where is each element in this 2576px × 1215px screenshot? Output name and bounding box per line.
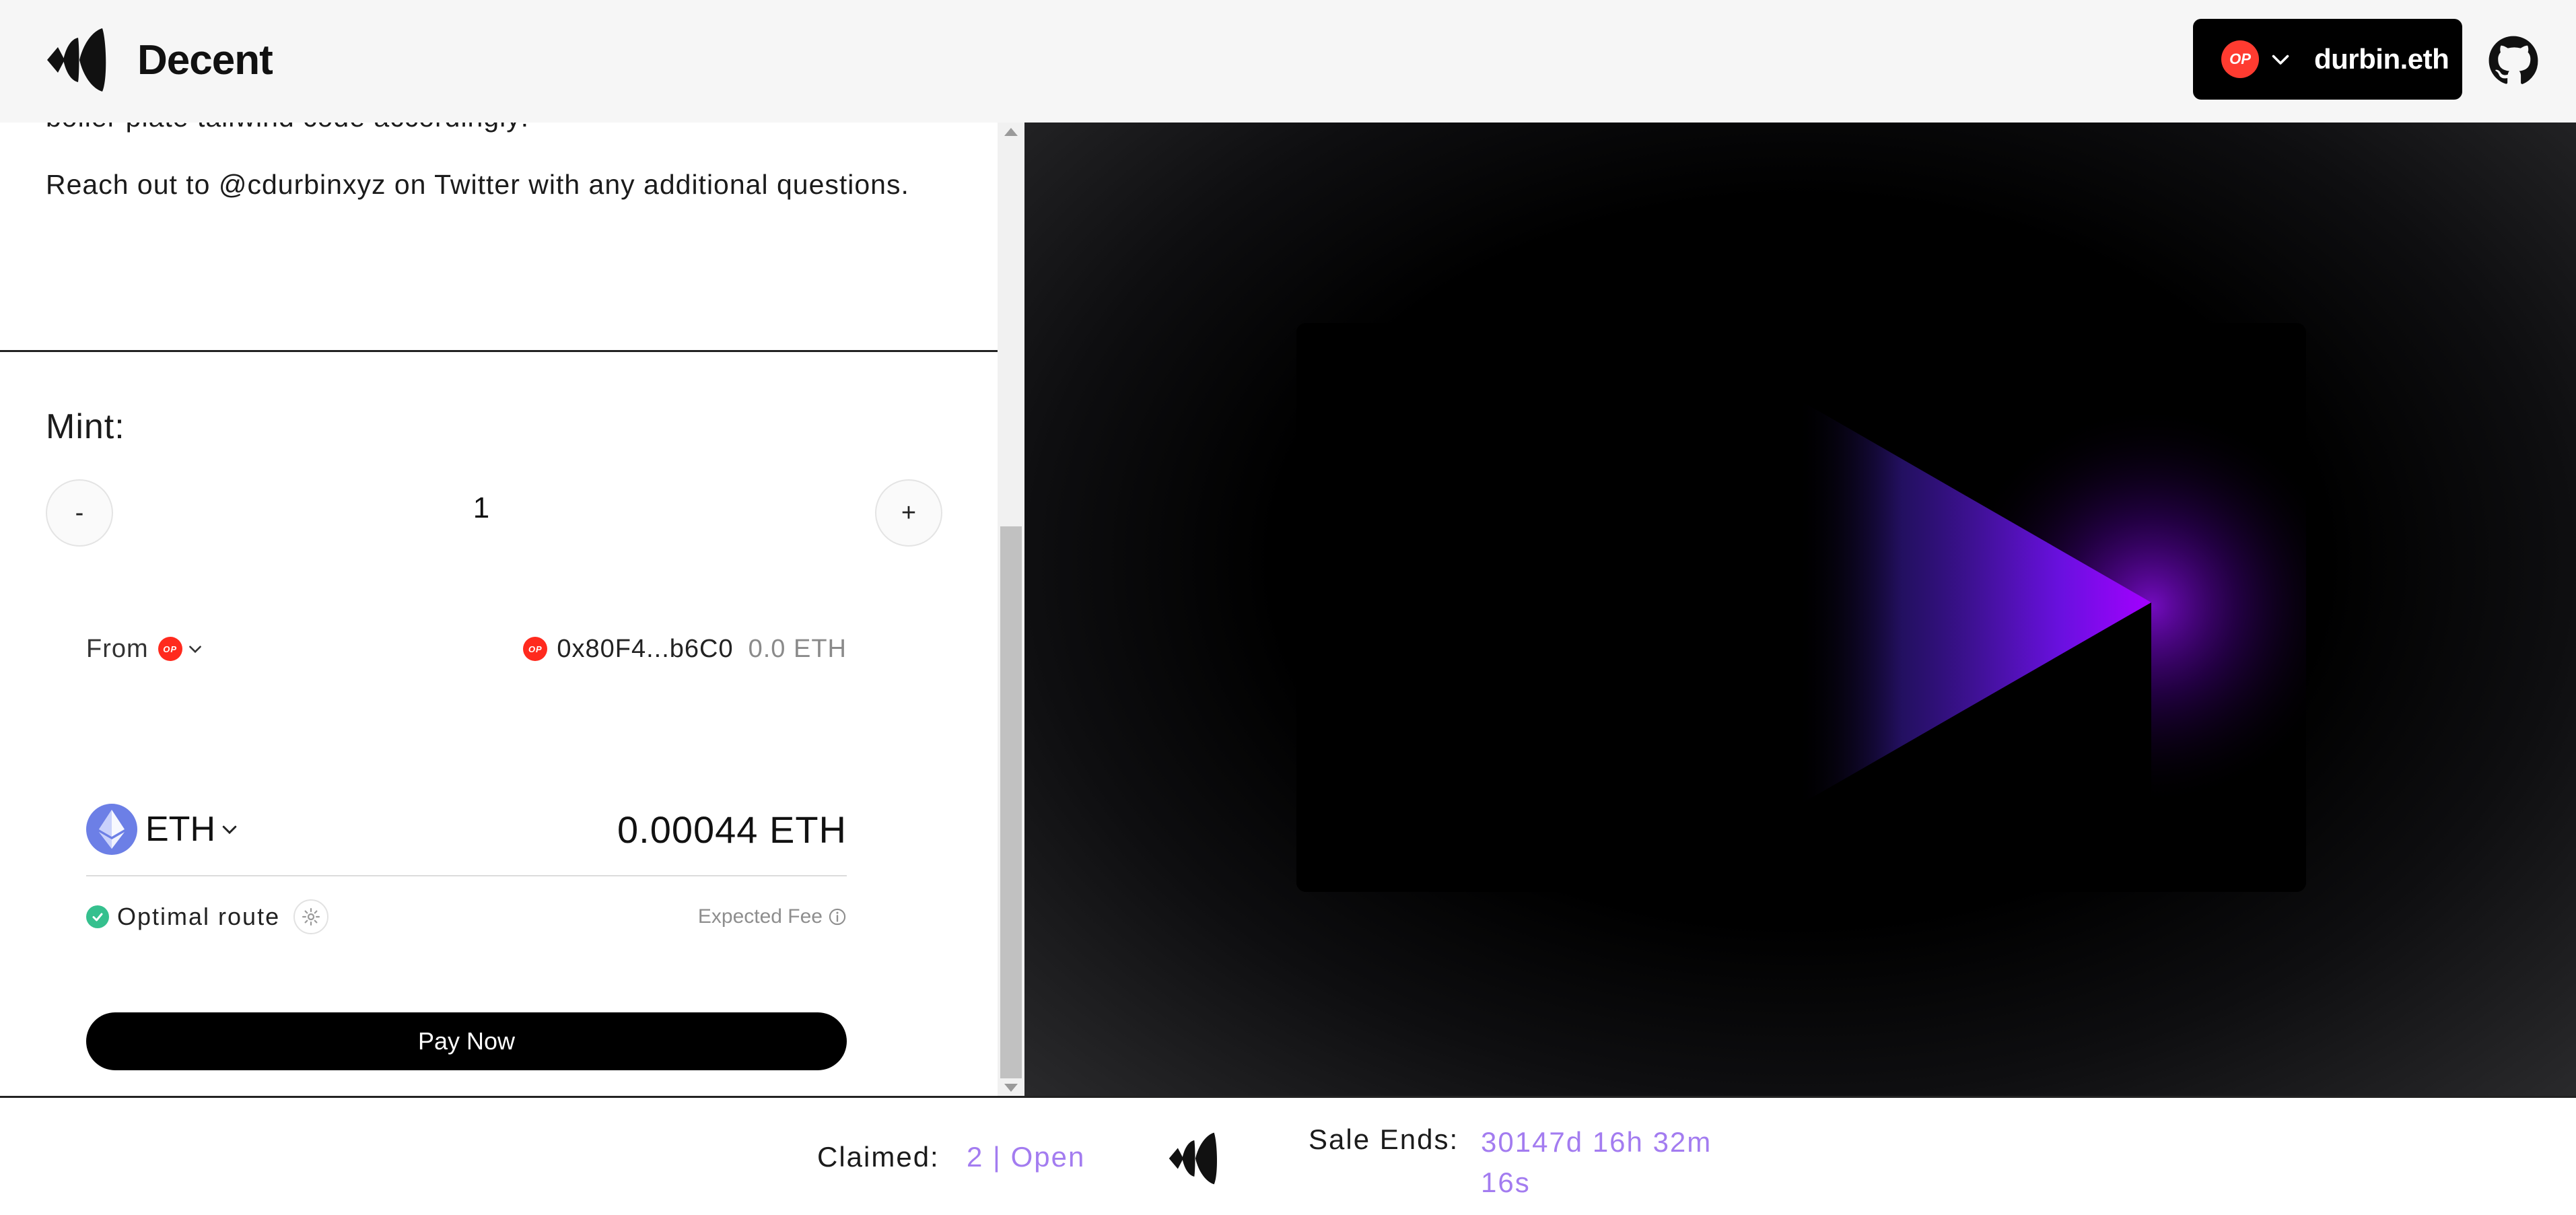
- sale-ends-value: 30147d 16h 32m 16s: [1481, 1126, 1712, 1198]
- description-partial-line: boiler plate tailwind code accordingly!: [46, 123, 921, 137]
- info-icon: [829, 908, 846, 926]
- play-glow-artwork: [1296, 323, 2306, 892]
- payment-amount: 0.00044 ETH: [617, 808, 847, 851]
- wallet-address: 0x80F4...b6C0: [557, 634, 734, 663]
- wallet-balance: 0.0 ETH: [748, 634, 847, 663]
- expected-fee-label: Expected Fee: [697, 905, 823, 928]
- from-row: From OP OP 0x80F4...b6C0 0.0 ETH: [86, 629, 847, 669]
- chevron-down-icon: [188, 646, 201, 654]
- token-row: ETH 0.00044 ETH: [86, 802, 847, 856]
- wallet-button[interactable]: OP durbin.eth: [2193, 19, 2462, 100]
- increment-button[interactable]: +: [875, 479, 942, 547]
- scroll-up-arrow-icon[interactable]: [1004, 128, 1018, 136]
- check-icon: [86, 905, 109, 928]
- gear-icon: [302, 908, 320, 926]
- description-contact: Reach out to @cdurbinxyz on Twitter with…: [46, 169, 909, 200]
- scroll-thumb[interactable]: [1000, 526, 1022, 1078]
- decent-logo-icon: [1169, 1132, 1217, 1185]
- token-name: ETH: [145, 810, 215, 849]
- sale-ends-label: Sale Ends:: [1309, 1123, 1459, 1155]
- token-selector[interactable]: ETH: [86, 804, 240, 855]
- decrement-button[interactable]: -: [46, 479, 113, 547]
- decent-logo-icon: [47, 28, 106, 92]
- github-icon[interactable]: [2488, 35, 2539, 86]
- scrollbar[interactable]: [998, 123, 1024, 1097]
- wallet-name: durbin.eth: [2314, 43, 2449, 75]
- wallet-address-group: OP 0x80F4...b6C0 0.0 ETH: [523, 635, 847, 664]
- nft-media: [1296, 323, 2306, 892]
- ethereum-icon: [86, 804, 137, 855]
- quantity-value: 1: [473, 491, 490, 524]
- optimism-network-icon: OP: [158, 637, 182, 661]
- route-row: Optimal route Expected Fee: [86, 898, 847, 936]
- from-network-selector[interactable]: OP: [158, 637, 204, 661]
- optimism-network-icon: OP: [2221, 40, 2259, 78]
- claimed-label: Claimed:: [817, 1141, 940, 1173]
- nft-preview: [1024, 123, 2576, 1097]
- chevron-down-icon: [222, 825, 237, 835]
- app-header: Decent OP durbin.eth: [0, 0, 2576, 123]
- chevron-down-icon: [2272, 55, 2289, 65]
- route-label: Optimal route: [117, 903, 281, 930]
- scroll-down-arrow-icon[interactable]: [1004, 1084, 1018, 1092]
- expected-fee[interactable]: Expected Fee: [698, 905, 847, 928]
- route-settings-button[interactable]: [293, 899, 329, 934]
- row-divider: [86, 875, 847, 876]
- sale-footer: Claimed: 2 | Open Sale Ends: 30147d 16h …: [0, 1098, 2576, 1215]
- brand-name: Decent: [137, 36, 273, 83]
- from-label: From: [86, 634, 149, 663]
- description: boiler plate tailwind code accordingly! …: [46, 123, 921, 232]
- pay-now-button[interactable]: Pay Now: [86, 1012, 847, 1070]
- mint-panel: boiler plate tailwind code accordingly! …: [0, 123, 998, 1097]
- claimed-value: 2 | Open: [967, 1141, 1086, 1173]
- optimism-network-icon: OP: [523, 637, 548, 661]
- mint-label: Mint:: [46, 407, 125, 446]
- brand[interactable]: Decent: [46, 27, 273, 93]
- section-divider: [0, 350, 998, 352]
